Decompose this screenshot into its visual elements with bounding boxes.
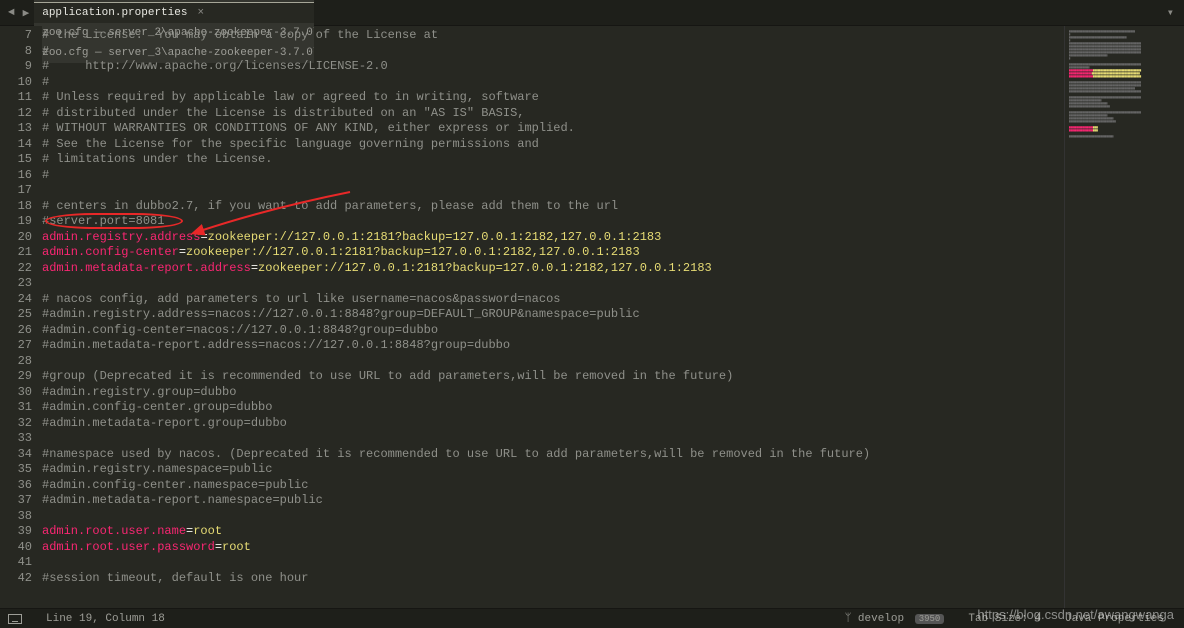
line-number: 28 (0, 354, 32, 370)
line-number: 15 (0, 152, 32, 168)
code-line: #admin.config-center=nacos://127.0.0.1:8… (42, 323, 1064, 339)
tab-nav-prev[interactable]: ◄ (4, 7, 19, 19)
code-line: # (42, 168, 1064, 184)
line-number: 9 (0, 59, 32, 75)
line-number: 40 (0, 540, 32, 556)
code-line (42, 431, 1064, 447)
line-number: 24 (0, 292, 32, 308)
minimap[interactable]: ████████████████████████████████████████… (1064, 26, 1184, 608)
code-line: #admin.metadata-report.group=dubbo (42, 416, 1064, 432)
line-number: 10 (0, 75, 32, 91)
panel-switch-icon[interactable] (8, 614, 22, 624)
line-number: 8 (0, 44, 32, 60)
code-line (42, 276, 1064, 292)
code-line: #admin.metadata-report.namespace=public (42, 493, 1064, 509)
code-line: # limitations under the License. (42, 152, 1064, 168)
code-line: #admin.config-center.namespace=public (42, 478, 1064, 494)
line-number: 23 (0, 276, 32, 292)
minimap-content: ████████████████████████████████████████… (1069, 30, 1180, 138)
code-line: # the License. You may obtain a copy of … (42, 28, 1064, 44)
line-number: 25 (0, 307, 32, 323)
code-line (42, 555, 1064, 571)
line-number-gutter: 7891011121314151617181920212223242526272… (0, 26, 42, 608)
status-bar: Line 19, Column 18 develop 3950 Tab Size… (0, 608, 1184, 628)
code-line: # Unless required by applicable law or a… (42, 90, 1064, 106)
line-number: 34 (0, 447, 32, 463)
code-line: admin.config-center=zookeeper://127.0.0.… (42, 245, 1064, 261)
line-number: 31 (0, 400, 32, 416)
status-tab-size[interactable]: Tab Size: 4 (956, 613, 1053, 625)
code-line: #server.port=8081 (42, 214, 1064, 230)
code-line: # WITHOUT WARRANTIES OR CONDITIONS OF AN… (42, 121, 1064, 137)
line-number: 30 (0, 385, 32, 401)
code-line: admin.registry.address=zookeeper://127.0… (42, 230, 1064, 246)
code-line: #admin.config-center.group=dubbo (42, 400, 1064, 416)
line-number: 42 (0, 571, 32, 587)
line-number: 21 (0, 245, 32, 261)
code-line (42, 183, 1064, 199)
line-number: 16 (0, 168, 32, 184)
code-line: admin.root.user.name=root (42, 524, 1064, 540)
code-line: # See the License for the specific langu… (42, 137, 1064, 153)
tab-2[interactable]: application.properties × (34, 2, 314, 23)
code-line: # (42, 75, 1064, 91)
line-number: 19 (0, 214, 32, 230)
code-line: #admin.registry.namespace=public (42, 462, 1064, 478)
line-number: 13 (0, 121, 32, 137)
line-number: 41 (0, 555, 32, 571)
editor-area: 7891011121314151617181920212223242526272… (0, 26, 1184, 608)
code-line (42, 354, 1064, 370)
code-line: #session timeout, default is one hour (42, 571, 1064, 587)
line-number: 7 (0, 28, 32, 44)
line-number: 32 (0, 416, 32, 432)
code-line: #namespace used by nacos. (Deprecated it… (42, 447, 1064, 463)
code-line: admin.root.user.password=root (42, 540, 1064, 556)
line-number: 26 (0, 323, 32, 339)
code-line (42, 509, 1064, 525)
tab-overflow-menu[interactable]: ▾ (1161, 5, 1180, 20)
status-git-branch[interactable]: develop 3950 (833, 613, 957, 625)
line-number: 37 (0, 493, 32, 509)
line-number: 36 (0, 478, 32, 494)
code-line: # centers in dubbo2.7, if you want to ad… (42, 199, 1064, 215)
code-line: #admin.metadata-report.address=nacos://1… (42, 338, 1064, 354)
code-line: #admin.registry.group=dubbo (42, 385, 1064, 401)
tab-bar: ◄ ▶ zoo.cfg — server_1\apache-zookeeper-… (0, 0, 1184, 26)
code-line: #group (Deprecated it is recommended to … (42, 369, 1064, 385)
code-line: #admin.registry.address=nacos://127.0.0.… (42, 307, 1064, 323)
line-number: 33 (0, 431, 32, 447)
line-number: 17 (0, 183, 32, 199)
line-number: 35 (0, 462, 32, 478)
line-number: 20 (0, 230, 32, 246)
line-number: 14 (0, 137, 32, 153)
line-number: 12 (0, 106, 32, 122)
code-line: # distributed under the License is distr… (42, 106, 1064, 122)
code-line: # http://www.apache.org/licenses/LICENSE… (42, 59, 1064, 75)
code-line: # nacos config, add parameters to url li… (42, 292, 1064, 308)
tab-nav-next[interactable]: ▶ (19, 6, 34, 20)
line-number: 11 (0, 90, 32, 106)
status-cursor-position[interactable]: Line 19, Column 18 (34, 613, 177, 625)
code-line: admin.metadata-report.address=zookeeper:… (42, 261, 1064, 277)
close-icon[interactable]: × (197, 7, 204, 19)
line-number: 27 (0, 338, 32, 354)
code-content[interactable]: # the License. You may obtain a copy of … (42, 26, 1064, 608)
line-number: 22 (0, 261, 32, 277)
status-syntax[interactable]: Java Properties (1053, 613, 1176, 625)
line-number: 18 (0, 199, 32, 215)
line-number: 39 (0, 524, 32, 540)
line-number: 38 (0, 509, 32, 525)
code-line: # (42, 44, 1064, 60)
tab-label: application.properties (42, 7, 187, 19)
line-number: 29 (0, 369, 32, 385)
